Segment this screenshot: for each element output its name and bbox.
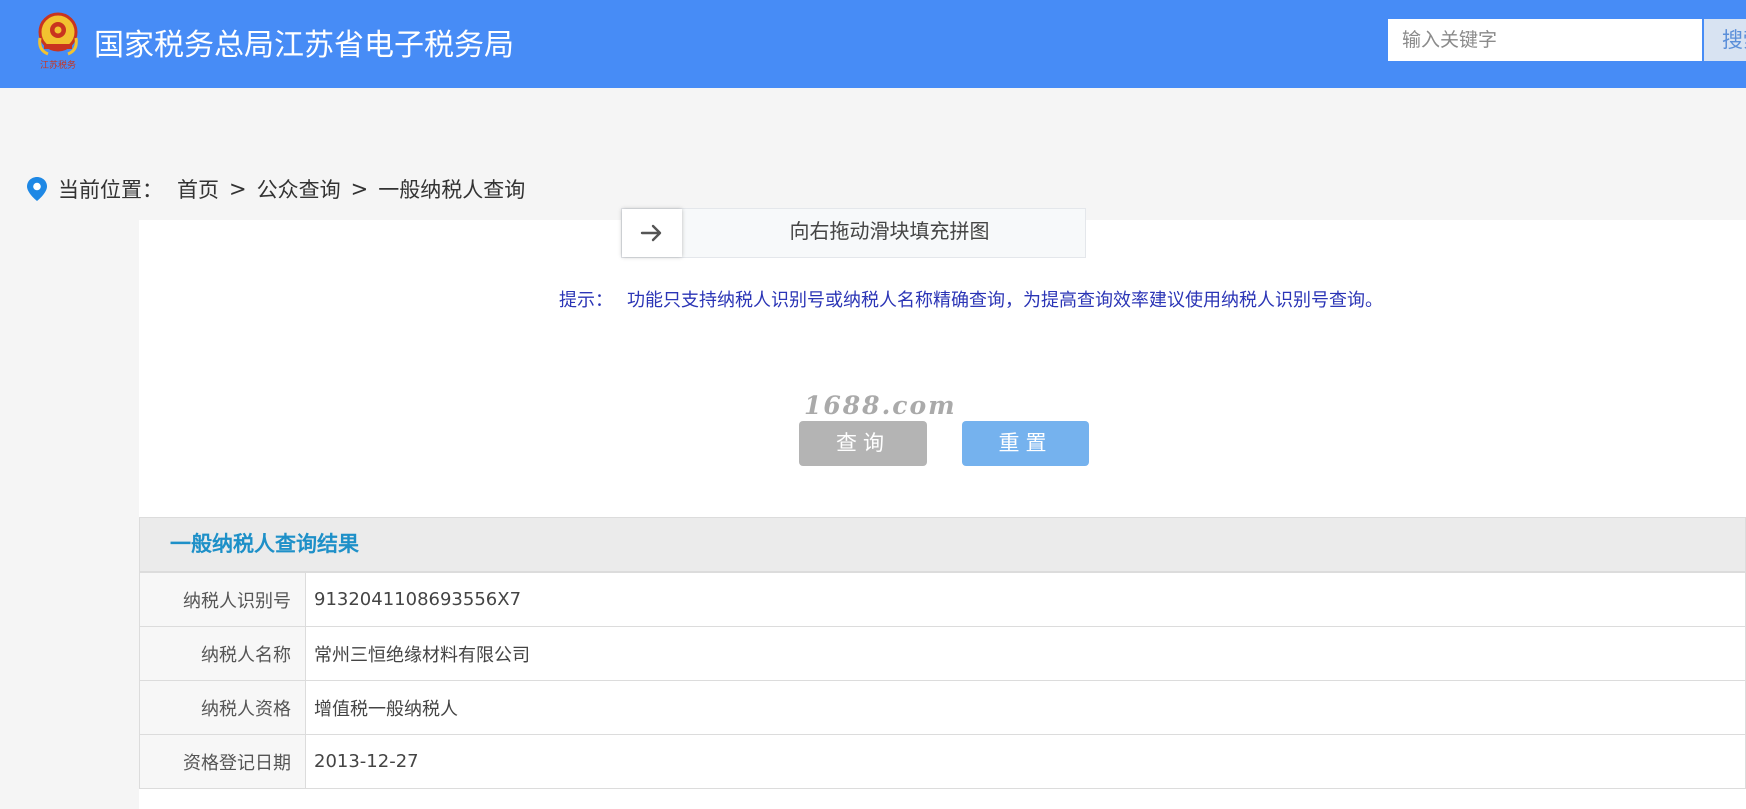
reset-button[interactable]: 重置 (962, 421, 1089, 466)
query-button[interactable]: 查询 (799, 421, 927, 466)
taxpayer-name-value: 常州三恒绝缘材料有限公司 (305, 626, 1746, 681)
search-button[interactable]: 搜索 (1704, 19, 1746, 61)
tax-emblem-icon: 江苏税务 (38, 12, 78, 71)
result-header: 一般纳税人查询结果 (139, 517, 1746, 572)
taxpayer-id-label: 纳税人识别号 (139, 572, 306, 627)
breadcrumb-separator: > (350, 177, 369, 201)
breadcrumb-current: 一般纳税人查询 (378, 178, 526, 202)
breadcrumb: 当前位置： 首页 > 公众查询 > 一般纳税人查询 (26, 172, 525, 206)
registration-date-value: 2013-12-27 (305, 734, 1746, 789)
hint-text: 功能只支持纳税人识别号或纳税人名称精确查询，为提高查询效率建议使用纳税人识别号查… (627, 290, 1383, 311)
arrow-right-icon (640, 224, 662, 242)
taxpayer-qualification-value: 增值税一般纳税人 (305, 680, 1746, 735)
breadcrumb-public-query[interactable]: 公众查询 (257, 174, 341, 204)
hint-label: 提示： (559, 290, 613, 311)
breadcrumb-separator: > (229, 177, 247, 201)
taxpayer-name-label: 纳税人名称 (139, 626, 306, 681)
watermark: 1688.com (804, 391, 957, 420)
taxpayer-qualification-label: 纳税人资格 (139, 680, 306, 735)
result-table: 纳税人识别号 9132041108693556X7 纳税人名称 常州三恒绝缘材料… (139, 572, 1746, 789)
table-row: 资格登记日期 2013-12-27 (139, 734, 1746, 789)
result-title: 一般纳税人查询结果 (170, 532, 359, 556)
table-row: 纳税人识别号 9132041108693556X7 (139, 572, 1746, 627)
query-hint: 提示： 功能只支持纳税人识别号或纳税人名称精确查询，为提高查询效率建议使用纳税人识… (559, 286, 1383, 312)
table-row: 纳税人资格 增值税一般纳税人 (139, 680, 1746, 735)
slider-instruction: 向右拖动滑块填充拼图 (789, 219, 990, 243)
search-input[interactable] (1388, 19, 1702, 61)
tax-emblem-logo[interactable]: 江苏税务 (30, 10, 86, 72)
breadcrumb-label: 当前位置： (58, 178, 163, 202)
taxpayer-id-value: 9132041108693556X7 (305, 572, 1746, 627)
slider-captcha[interactable]: 向右拖动滑块填充拼图 (621, 208, 1086, 258)
breadcrumb-home[interactable]: 首页 (177, 174, 219, 204)
location-pin-icon (27, 177, 47, 201)
site-title[interactable]: 国家税务总局江苏省电子税务局 (94, 20, 514, 64)
registration-date-label: 资格登记日期 (139, 734, 306, 789)
slider-handle[interactable] (622, 209, 682, 257)
table-row: 纳税人名称 常州三恒绝缘材料有限公司 (139, 626, 1746, 681)
top-header: 江苏税务 国家税务总局江苏省电子税务局 搜索 (0, 0, 1746, 88)
svg-text:江苏税务: 江苏税务 (40, 59, 76, 71)
